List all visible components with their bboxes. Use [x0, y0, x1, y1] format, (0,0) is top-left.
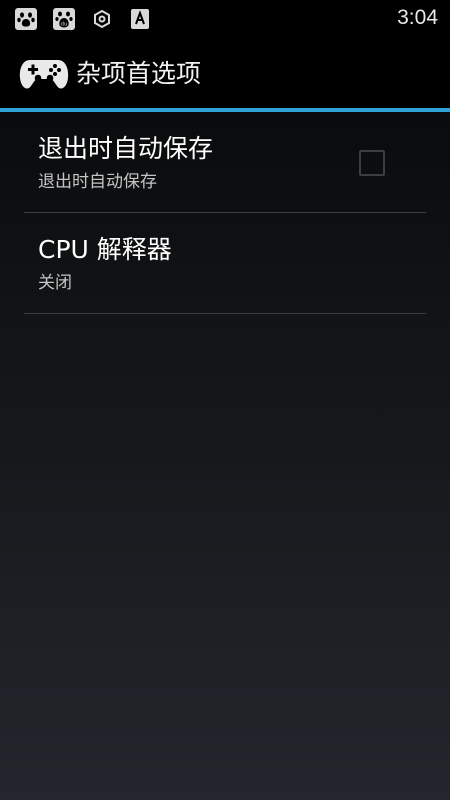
action-bar: 杂项首选项	[0, 38, 450, 110]
notification-icons: du	[14, 7, 152, 31]
pref-autosave-on-exit[interactable]: 退出时自动保存 退出时自动保存	[0, 112, 450, 213]
page-title: 杂项首选项	[76, 59, 202, 88]
autosave-checkbox[interactable]	[359, 150, 385, 176]
status-bar: du 3:04	[0, 0, 450, 38]
status-time: 3:04	[397, 6, 438, 29]
pref-cpu-interpreter[interactable]: CPU 解释器 关闭	[0, 213, 450, 314]
pref-title: 退出时自动保存	[38, 134, 214, 163]
gamepad-icon[interactable]	[18, 56, 70, 92]
pref-summary: 退出时自动保存	[38, 172, 157, 192]
pref-summary: 关闭	[38, 273, 72, 293]
settings-cog-icon	[94, 9, 110, 29]
pref-divider	[24, 313, 426, 314]
keyboard-a-icon	[131, 9, 149, 29]
pref-title: CPU 解释器	[38, 235, 172, 264]
baidu-paw-icon	[15, 8, 37, 30]
preference-list: 退出时自动保存 退出时自动保存 CPU 解释器 关闭	[0, 112, 450, 314]
baidu-paw-du-icon: du	[53, 8, 75, 30]
svg-text:du: du	[61, 22, 68, 28]
